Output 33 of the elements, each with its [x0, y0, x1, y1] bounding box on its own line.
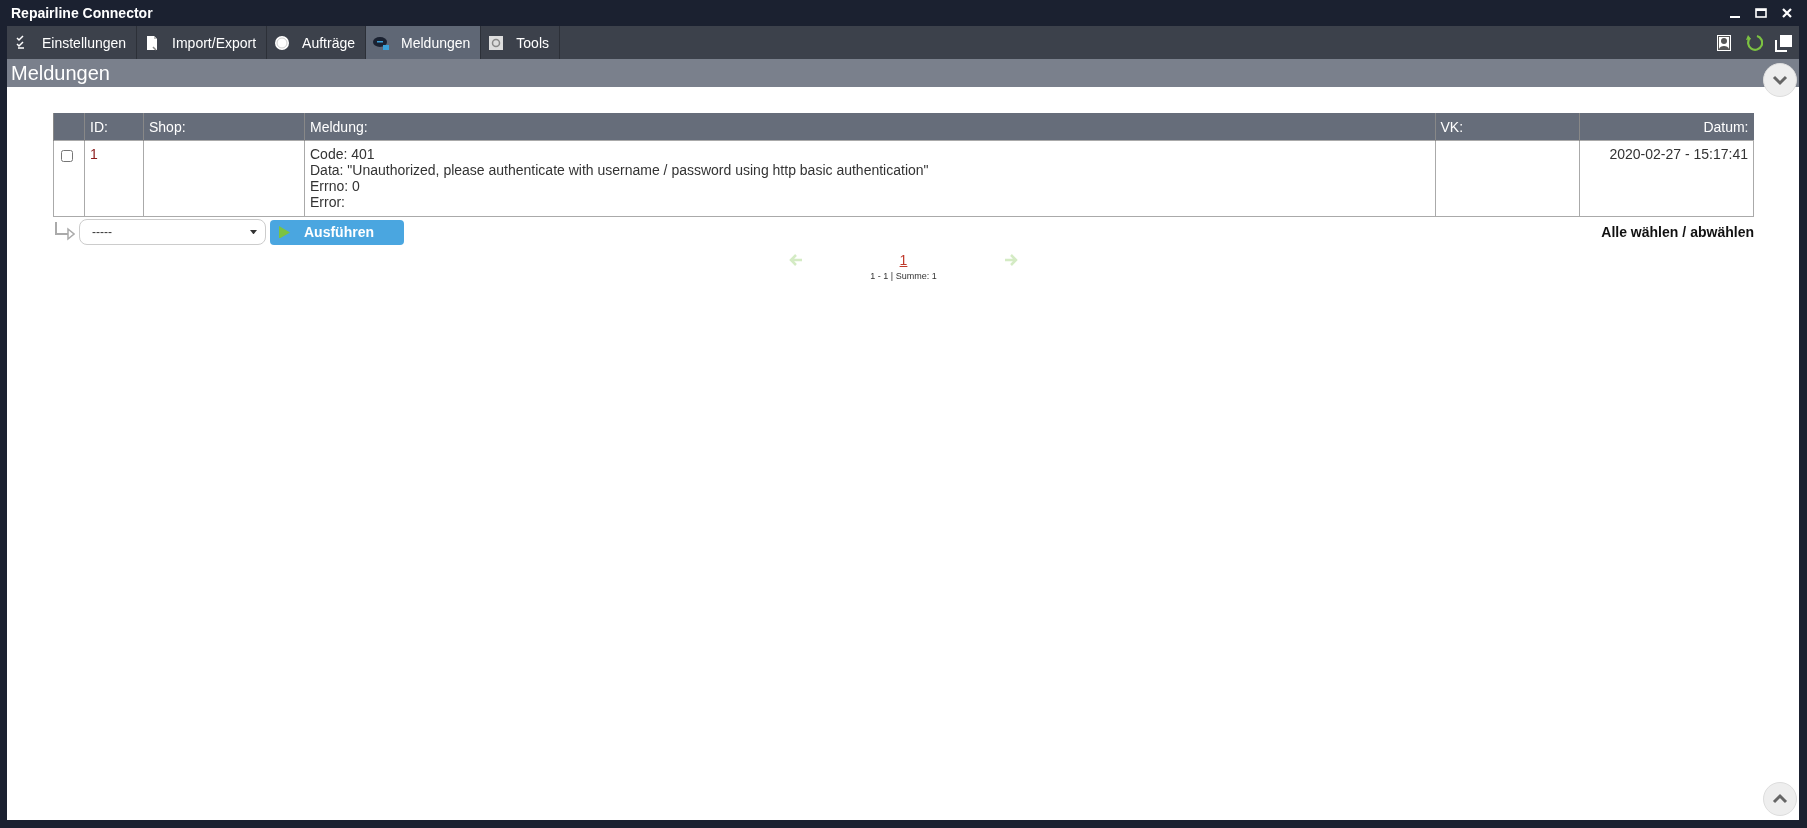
tab[interactable]: Meldungen	[366, 26, 482, 59]
message-line: Error:	[310, 194, 346, 210]
refresh-icon[interactable]	[1745, 33, 1763, 52]
maximize-icon[interactable]	[1755, 7, 1767, 19]
column-header: ID:	[84, 113, 144, 141]
column-header: VK:	[1435, 113, 1579, 141]
scroll-top-button[interactable]	[1763, 782, 1797, 816]
separator: /	[1682, 224, 1687, 240]
user-icon[interactable]	[1715, 33, 1733, 52]
row-checkbox[interactable]	[61, 150, 73, 162]
page-summary: 1 - 1 | Summe: 1	[870, 271, 937, 281]
caret-icon	[250, 229, 257, 235]
action-dropdown[interactable]: -----	[79, 219, 266, 245]
circle-icon	[274, 34, 291, 51]
page-link[interactable]: 1	[899, 252, 908, 268]
window-title: Repairline Connector	[10, 5, 153, 21]
select-all-link[interactable]: Alle wählen	[1601, 224, 1679, 240]
page-heading: Meldungen	[10, 61, 110, 85]
deselect-all-link[interactable]: abwählen	[1690, 224, 1754, 240]
column-header: Meldung:	[304, 113, 1435, 141]
table-cell: 1	[84, 140, 144, 217]
column-header: Shop:	[143, 113, 305, 141]
message-line: Data: "Unauthorized, please authenticate with username / password using http basic authentication"	[310, 162, 930, 178]
play-icon	[279, 225, 290, 239]
corner-arrow-icon	[53, 221, 75, 243]
window-icon[interactable]	[1775, 33, 1793, 52]
table-cell: 2020-02-27 - 15:17:41	[1579, 140, 1754, 217]
chat-icon	[373, 34, 390, 51]
gear-icon	[488, 34, 505, 51]
message-line: Code: 401	[310, 146, 376, 162]
close-icon[interactable]	[1781, 7, 1793, 19]
message-line: Errno: 0	[310, 178, 361, 194]
column-header: Datum:	[1579, 113, 1754, 141]
